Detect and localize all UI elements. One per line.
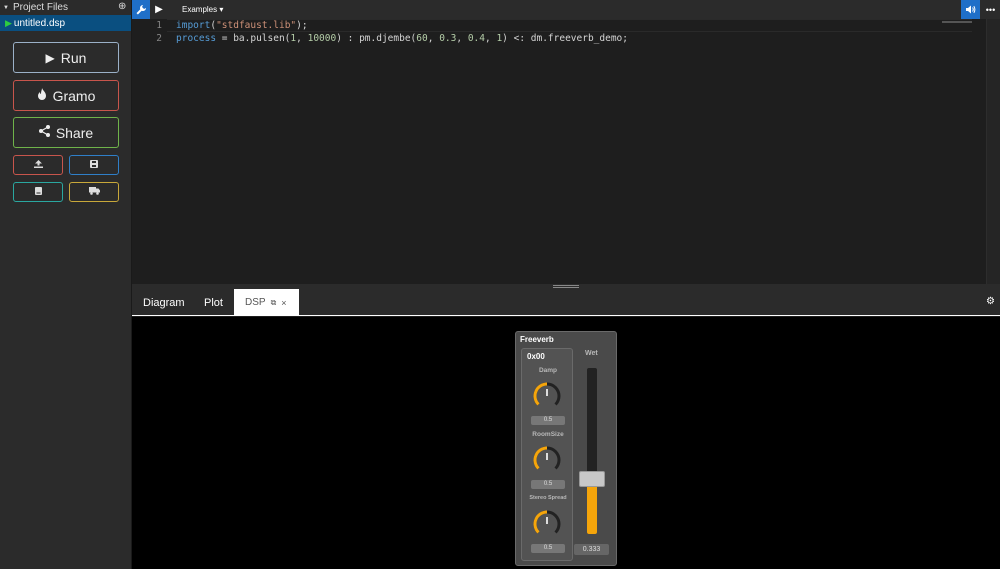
play-icon[interactable]: ▶ — [150, 0, 168, 19]
save-icon — [90, 160, 98, 170]
code-line-1[interactable]: import("stdfaust.lib"); — [176, 20, 308, 31]
wet-slider-handle[interactable] — [579, 470, 605, 487]
fire-icon — [37, 88, 47, 103]
examples-dropdown[interactable]: Examples ▾ — [182, 5, 223, 14]
close-icon[interactable]: × — [281, 298, 286, 308]
knob-label-damp: Damp — [538, 367, 558, 374]
wrench-icon[interactable] — [132, 0, 150, 19]
knob-group: 0x00 Damp 0.5 RoomSize 0.5 Stereo Spread… — [521, 348, 573, 561]
wet-value[interactable]: 0.333 — [574, 544, 609, 555]
project-files-label: Project Files — [12, 2, 68, 13]
truck-icon — [88, 187, 100, 197]
wet-slider-track[interactable] — [587, 368, 597, 534]
code-editor[interactable]: 1 2 import("stdfaust.lib"); process = ba… — [132, 19, 1000, 284]
freeverb-panel: Freeverb 0x00 Damp 0.5 RoomSize 0.5 Ster… — [515, 331, 617, 566]
code-line-2[interactable]: process = ba.pulsen(1, 10000) : pm.djemb… — [176, 33, 628, 44]
wet-label: Wet — [585, 350, 598, 357]
project-files-header[interactable]: ▼ Project Files ⊕ — [0, 0, 131, 15]
line-number: 2 — [156, 33, 162, 44]
dsp-pane: Freeverb 0x00 Damp 0.5 RoomSize 0.5 Ster… — [132, 317, 1000, 569]
group-title: 0x00 — [527, 352, 545, 361]
stereo-spread-knob[interactable] — [532, 509, 562, 539]
run-button[interactable]: ▶ Run — [13, 42, 119, 73]
bottom-tabs: Diagram Plot DSP ⧉ × ⚙ — [132, 289, 1000, 316]
deploy-button[interactable] — [69, 182, 119, 202]
run-label: Run — [60, 49, 87, 66]
save-button[interactable] — [69, 155, 119, 175]
tab-dsp-label: DSP — [245, 297, 266, 308]
editor-scrollbar[interactable] — [986, 19, 1000, 284]
new-file-icon[interactable]: ⊕ — [118, 1, 126, 12]
tab-plot[interactable]: Plot — [204, 289, 223, 316]
share-icon — [38, 125, 50, 140]
speaker-icon[interactable] — [961, 0, 980, 19]
file-item-untitled[interactable]: ▶ untitled.dsp — [0, 15, 131, 31]
upload-icon — [33, 160, 43, 170]
play-icon: ▶ — [5, 17, 12, 28]
share-button[interactable]: Share — [13, 117, 119, 148]
roomsize-value[interactable]: 0.5 — [531, 480, 565, 489]
damp-value[interactable]: 0.5 — [531, 416, 565, 425]
gramo-label: Gramo — [52, 87, 96, 104]
wet-slider-fill — [587, 478, 597, 534]
more-icon[interactable]: ••• — [981, 0, 1000, 19]
gear-icon[interactable]: ⚙ — [986, 296, 995, 307]
file-name: untitled.dsp — [13, 17, 66, 29]
play-icon: ▶ — [45, 50, 55, 65]
tab-dsp[interactable]: DSP ⧉ × — [234, 289, 299, 316]
knob-label-roomsize: RoomSize — [532, 431, 564, 438]
top-toolbar: ▶ Examples ▾ ••• — [132, 0, 1000, 19]
line-number: 1 — [156, 20, 162, 31]
book-icon — [34, 187, 42, 197]
docs-button[interactable] — [13, 182, 63, 202]
line-gutter — [132, 19, 167, 284]
external-link-icon[interactable]: ⧉ — [271, 298, 277, 308]
splitter-grip[interactable] — [553, 285, 579, 288]
damp-knob[interactable] — [532, 381, 562, 411]
knob-label-stereo-spread: Stereo Spread — [529, 495, 567, 501]
tab-diagram[interactable]: Diagram — [143, 289, 185, 316]
faust-ide: ▼ Project Files ⊕ ▶ untitled.dsp ▶ Run G… — [0, 0, 1000, 569]
share-label: Share — [55, 124, 94, 141]
panel-title: Freeverb — [520, 335, 554, 344]
caret-down-icon: ▼ — [3, 4, 9, 11]
gramo-button[interactable]: Gramo — [13, 80, 119, 111]
upload-button[interactable] — [13, 155, 63, 175]
sidebar: ▼ Project Files ⊕ ▶ untitled.dsp ▶ Run G… — [0, 0, 132, 569]
stereo-spread-value[interactable]: 0.5 — [531, 544, 565, 553]
roomsize-knob[interactable] — [532, 445, 562, 475]
